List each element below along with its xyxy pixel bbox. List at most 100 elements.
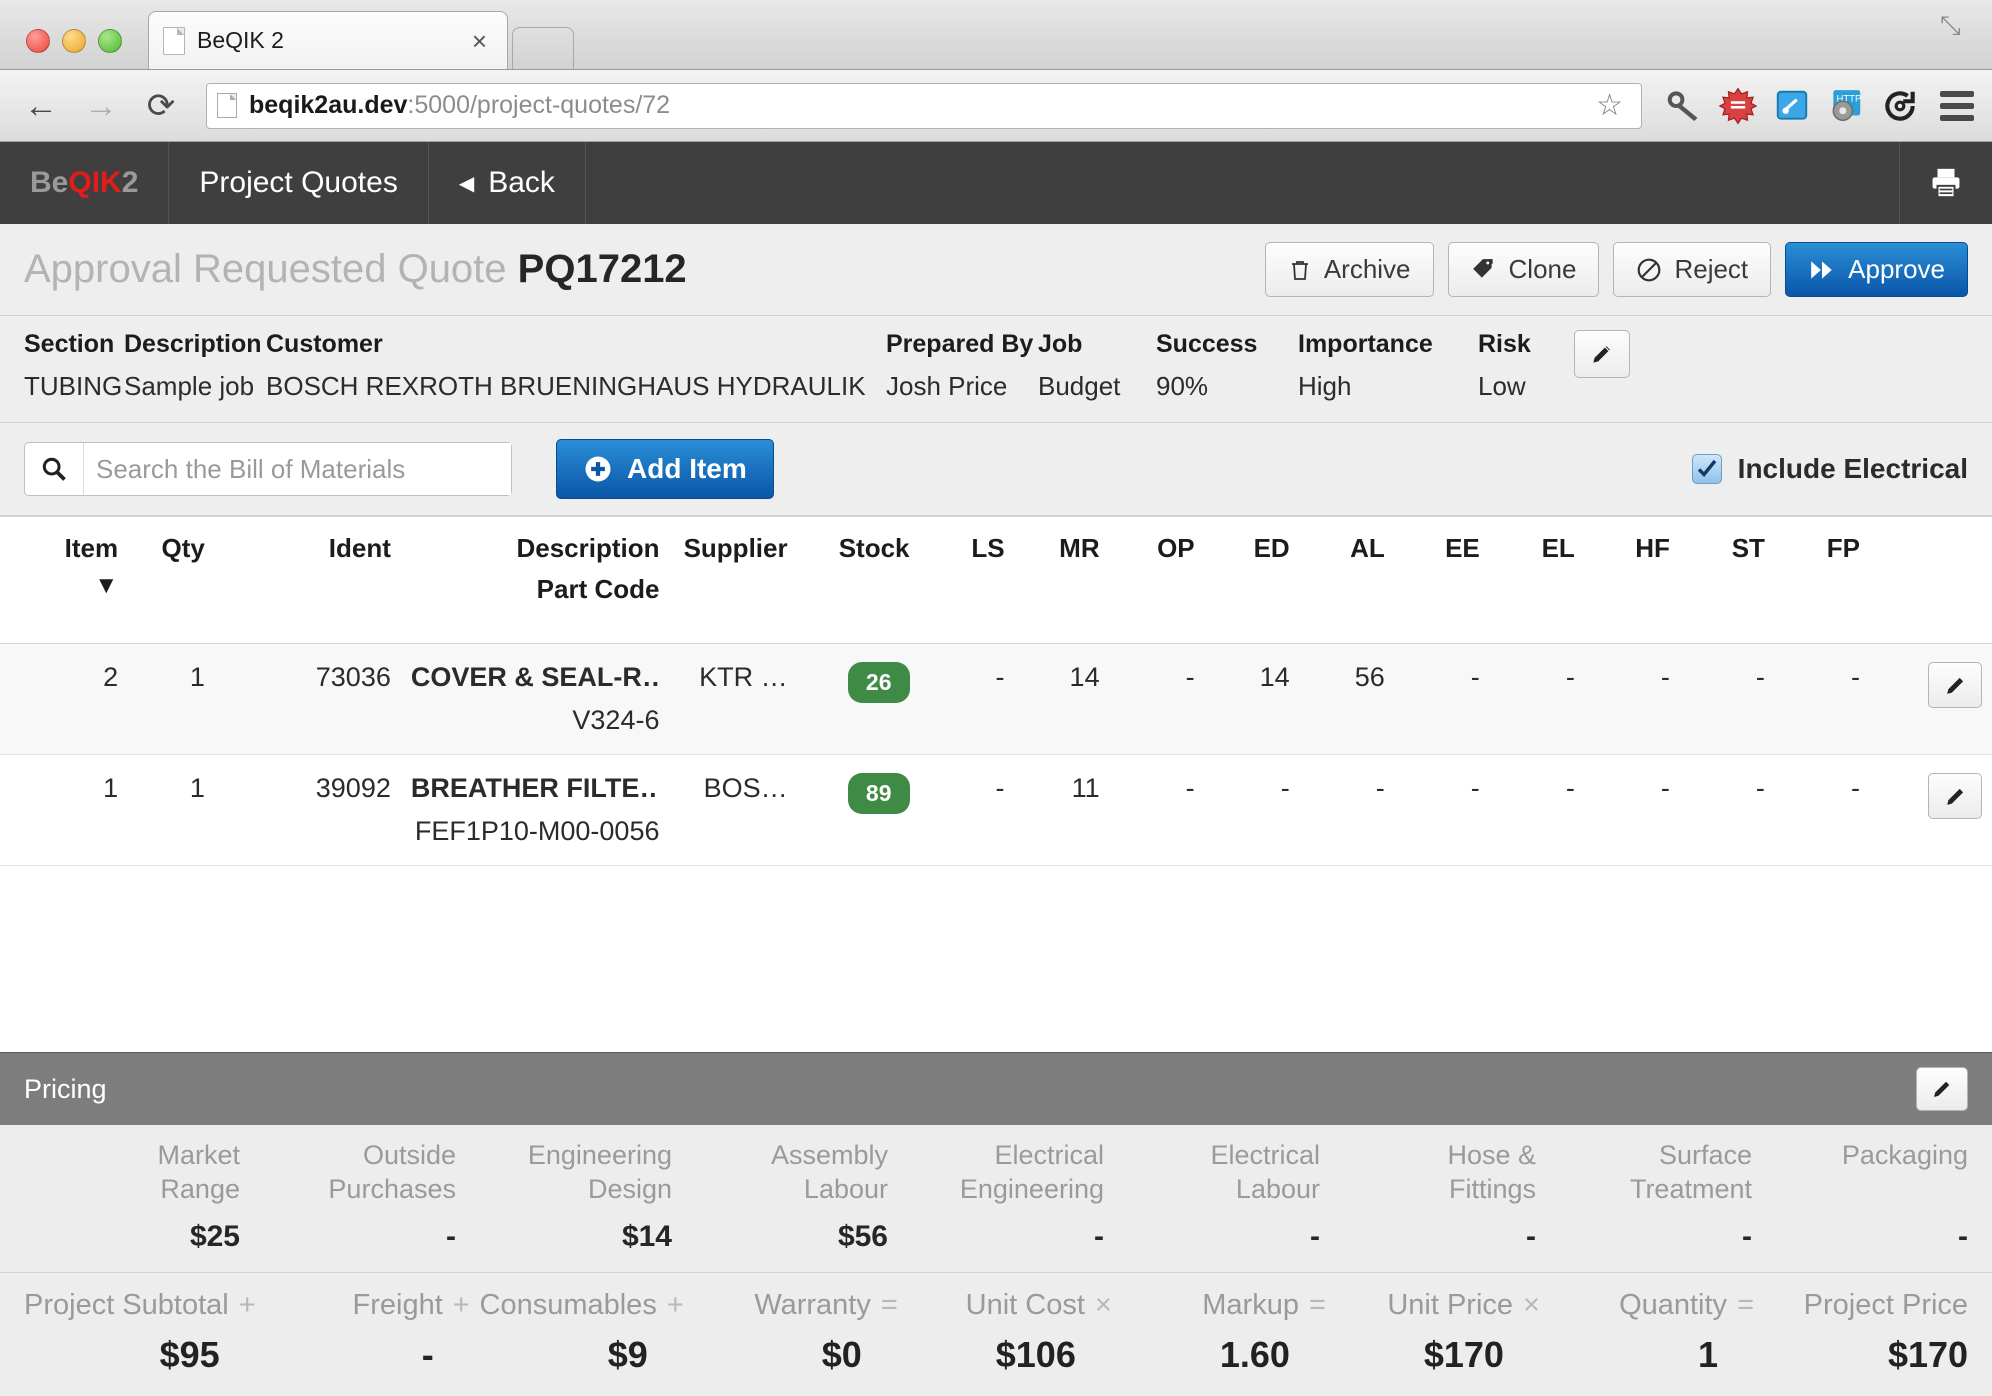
pricing-hose-fittings-value: - xyxy=(1526,1220,1536,1253)
column-header-op[interactable]: OP xyxy=(1109,516,1205,644)
nav-project-quotes-label: Project Quotes xyxy=(199,166,398,199)
column-header-mr[interactable]: MR xyxy=(1014,516,1110,644)
cell-ee: - xyxy=(1394,754,1490,866)
pricing-outside-purchases-label2: Purchases xyxy=(328,1173,456,1204)
total-markup: Markup = 1.60 xyxy=(1112,1289,1326,1376)
approve-button[interactable]: Approve xyxy=(1785,242,1968,297)
key-icon[interactable] xyxy=(1664,86,1704,126)
address-bar[interactable]: beqik2au.dev:5000/project-quotes/72 ☆ xyxy=(206,82,1642,129)
archive-button[interactable]: Archive xyxy=(1264,242,1434,297)
include-electrical-toggle[interactable]: Include Electrical xyxy=(1691,453,1968,485)
pricing-electrical-labour-value: - xyxy=(1310,1220,1320,1253)
browser-menu-icon[interactable] xyxy=(1934,90,1974,121)
cell-al: 56 xyxy=(1299,643,1395,755)
bill-of-materials-table: Item ▼ Qty Ident Description Part Code S… xyxy=(0,516,1992,1053)
info-customer-value: BOSCH REXROTH BRUENINGHAUS HYDRAULIK xyxy=(266,371,866,401)
table-header-row: Item ▼ Qty Ident Description Part Code S… xyxy=(0,516,1992,644)
column-header-ee[interactable]: EE xyxy=(1394,516,1490,644)
navbar-spacer xyxy=(586,142,1900,224)
column-header-part-code-label: Part Code xyxy=(536,574,660,604)
pricing-market-range-label1: Market xyxy=(157,1140,240,1171)
column-header-hf[interactable]: HF xyxy=(1584,516,1680,644)
include-electrical-checkbox[interactable] xyxy=(1691,454,1722,484)
pricing-assembly-labour-value: $56 xyxy=(837,1220,888,1253)
add-item-button[interactable]: Add Item xyxy=(556,439,774,499)
clone-label: Clone xyxy=(1508,254,1577,284)
column-header-stock[interactable]: Stock xyxy=(797,516,920,644)
column-header-ed[interactable]: ED xyxy=(1204,516,1300,644)
maximize-window-button[interactable] xyxy=(98,29,122,53)
pricing-hose-fittings-label2: Fittings xyxy=(1448,1173,1536,1204)
minimize-window-button[interactable] xyxy=(62,29,86,53)
edit-row-button[interactable] xyxy=(1928,773,1982,819)
column-header-al[interactable]: AL xyxy=(1299,516,1395,644)
search-bill-of-materials[interactable] xyxy=(24,442,512,496)
nav-back-label: Back xyxy=(488,166,555,199)
cell-description: BREATHER FILTE… FEF1P10-M00-0056 xyxy=(400,754,670,866)
bug-icon[interactable] xyxy=(1718,86,1758,126)
refresh-icon[interactable] xyxy=(1880,86,1920,126)
column-header-ident[interactable]: Ident xyxy=(214,516,401,644)
column-header-description[interactable]: Description Part Code xyxy=(400,516,670,644)
pricing-surface-treatment: Surface Treatment - xyxy=(1536,1139,1752,1254)
column-header-fp[interactable]: FP xyxy=(1774,516,1870,644)
cell-qty: 1 xyxy=(128,643,215,755)
new-tab-button[interactable] xyxy=(512,27,574,69)
info-description-label: Description xyxy=(124,330,262,358)
column-header-item-label: Item xyxy=(64,533,119,563)
edit-pricing-button[interactable] xyxy=(1916,1067,1968,1112)
brand-post: 2 xyxy=(121,166,139,199)
print-button[interactable] xyxy=(1900,142,1992,224)
reject-button[interactable]: Reject xyxy=(1613,242,1772,297)
pricing-electrical-labour-label2: Labour xyxy=(1235,1173,1320,1204)
close-window-button[interactable] xyxy=(26,29,50,53)
column-header-ls[interactable]: LS xyxy=(919,516,1015,644)
quote-info-strip: Section TUBING Description Sample job Cu… xyxy=(0,316,1992,423)
edit-icon[interactable] xyxy=(1772,86,1812,126)
cell-ls: - xyxy=(919,754,1015,866)
stock-badge: 89 xyxy=(847,773,910,814)
close-tab-icon[interactable]: × xyxy=(466,28,493,54)
nav-project-quotes[interactable]: Project Quotes xyxy=(169,142,429,224)
quote-status-label: Approval Requested Quote xyxy=(24,247,518,291)
bookmark-star-icon[interactable]: ☆ xyxy=(1588,88,1631,123)
clone-button[interactable]: Clone xyxy=(1447,242,1600,297)
tab-title: BeQIK 2 xyxy=(197,27,284,53)
total-project-subtotal-label: Project Subtotal + xyxy=(24,1289,256,1321)
table-row[interactable]: 1 1 39092 BREATHER FILTE… FEF1P10-M00-00… xyxy=(0,754,1992,866)
archive-label: Archive xyxy=(1323,254,1411,284)
brand-pre: Be xyxy=(30,166,69,199)
total-unit-cost: Unit Cost × $106 xyxy=(898,1289,1112,1376)
pricing-engineering-design-label2: Design xyxy=(587,1173,672,1204)
pricing-electrical-labour: Electrical Labour - xyxy=(1104,1139,1320,1254)
total-consumables: Consumables + $9 xyxy=(470,1289,684,1376)
column-header-st[interactable]: ST xyxy=(1679,516,1775,644)
reload-icon[interactable]: ⟳ xyxy=(138,89,184,123)
nav-back-button[interactable]: ◀ Back xyxy=(429,142,586,224)
app-logo[interactable]: Be QIK 2 xyxy=(0,142,170,224)
info-customer: Customer BOSCH REXROTH BRUENINGHAUS HYDR… xyxy=(266,330,886,402)
http-icon[interactable]: HTTP xyxy=(1826,86,1866,126)
search-input[interactable] xyxy=(83,443,511,495)
column-header-supplier[interactable]: Supplier xyxy=(669,516,798,644)
fullscreen-icon[interactable]: ⤡ xyxy=(1940,12,1970,42)
total-warranty-label: Warranty = xyxy=(754,1289,898,1321)
pricing-assembly-labour-label2: Labour xyxy=(803,1173,888,1204)
pencil-icon xyxy=(1593,346,1610,363)
column-header-el[interactable]: EL xyxy=(1489,516,1585,644)
column-header-qty[interactable]: Qty xyxy=(128,516,215,644)
total-warranty: Warranty = $0 xyxy=(684,1289,898,1376)
browser-tab[interactable]: BeQIK 2 × xyxy=(148,11,508,69)
edit-quote-info-button[interactable] xyxy=(1574,330,1630,378)
cell-el: - xyxy=(1489,643,1585,755)
forward-icon[interactable]: → xyxy=(78,89,124,123)
table-row[interactable]: 2 1 73036 COVER & SEAL-R… V324-6 KTR … 2… xyxy=(0,643,1992,755)
column-header-item[interactable]: Item ▼ xyxy=(0,516,129,644)
pricing-electrical-labour-label1: Electrical xyxy=(1210,1140,1320,1171)
info-customer-label: Customer xyxy=(266,330,383,358)
back-icon[interactable]: ← xyxy=(18,89,64,123)
page-title: Approval Requested Quote PQ17212 xyxy=(24,247,687,292)
edit-row-button[interactable] xyxy=(1928,662,1982,708)
info-prepared-by-value: Josh Price xyxy=(886,371,1008,401)
cell-description: COVER & SEAL-R… V324-6 xyxy=(400,643,670,755)
